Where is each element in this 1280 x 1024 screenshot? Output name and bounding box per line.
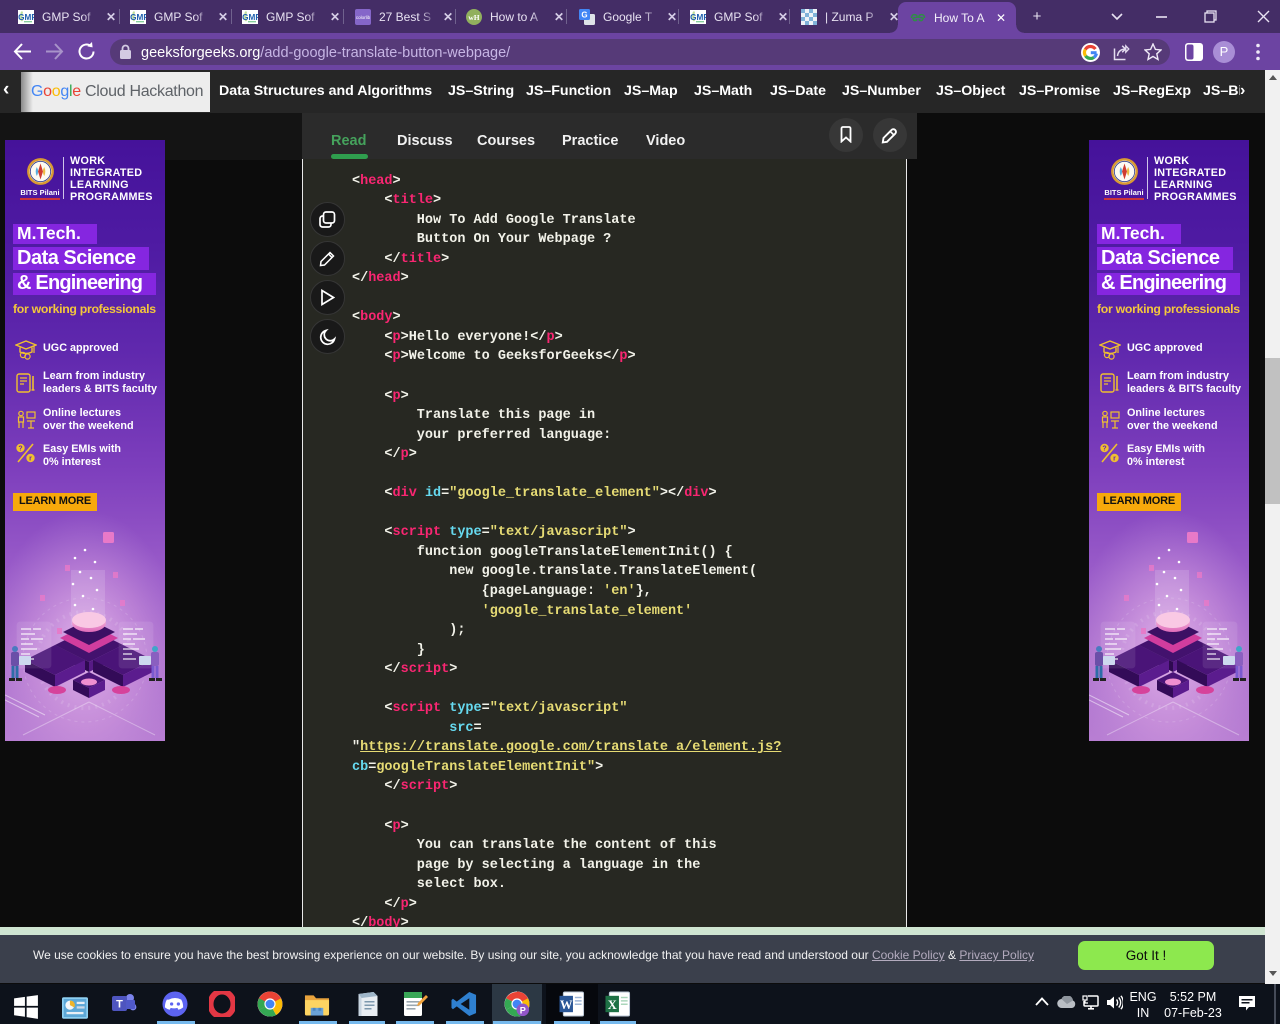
svg-text:r: r (1113, 456, 1116, 463)
svg-text:W: W (560, 998, 573, 1012)
svg-text:T: T (116, 999, 123, 1011)
svg-text:P: P (520, 1006, 526, 1016)
svg-text:X: X (608, 998, 617, 1012)
svg-text:?: ? (18, 446, 22, 453)
svg-text:G: G (581, 10, 587, 19)
svg-text:r: r (29, 456, 32, 463)
svg-text:GMP: GMP (18, 13, 34, 22)
svg-text:?: ? (1102, 446, 1106, 453)
svg-text:GMP: GMP (130, 13, 146, 22)
svg-text:GMP: GMP (242, 13, 258, 22)
svg-text:colorlib: colorlib (356, 15, 371, 20)
svg-text:wH: wH (468, 13, 479, 22)
svg-text:GMP: GMP (690, 13, 706, 22)
